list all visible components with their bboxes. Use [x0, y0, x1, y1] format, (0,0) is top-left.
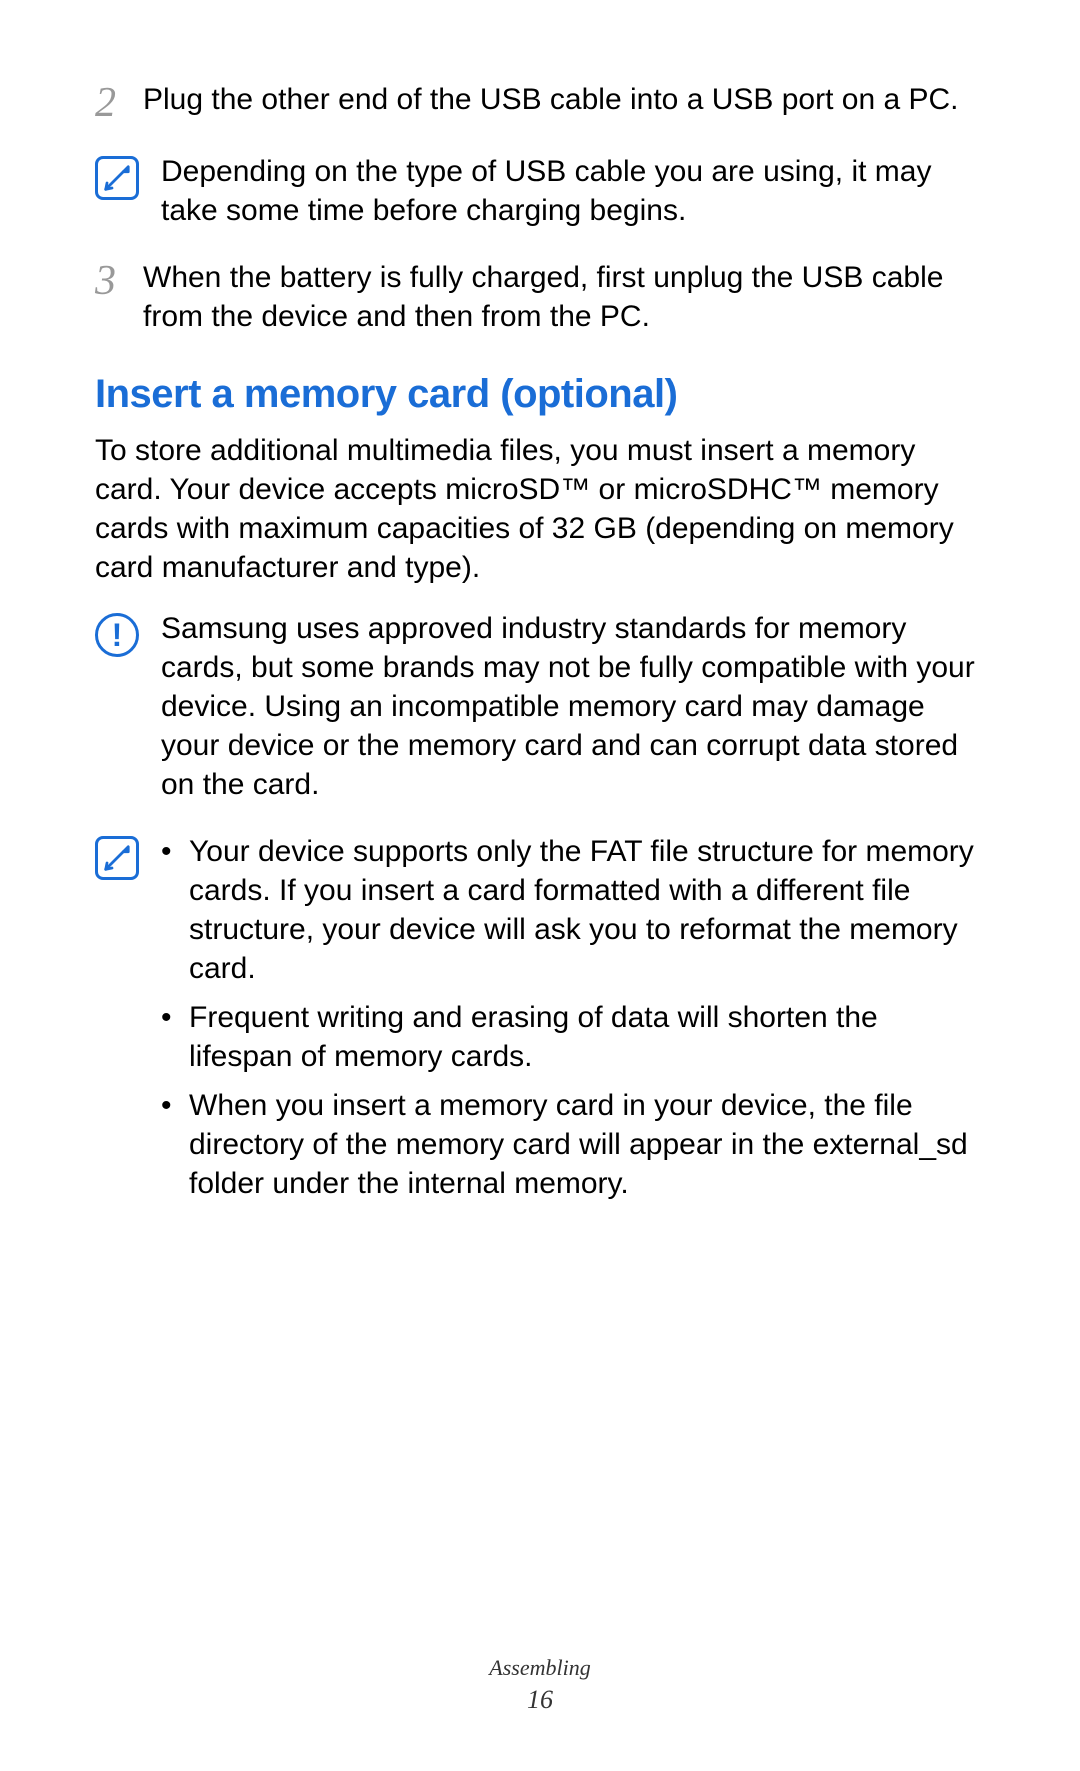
- footer-page-number: 16: [0, 1685, 1080, 1715]
- footer-section-name: Assembling: [0, 1655, 1080, 1681]
- bullet-fat-structure: Your device supports only the FAT file s…: [161, 832, 985, 988]
- caution-memory-compatibility: ! Samsung uses approved industry standar…: [95, 609, 985, 804]
- step-3: 3 When the battery is fully charged, fir…: [95, 258, 985, 336]
- bullet-lifespan: Frequent writing and erasing of data wil…: [161, 998, 985, 1076]
- note-usb-text: Depending on the type of USB cable you a…: [143, 152, 985, 230]
- caution-icon: !: [95, 613, 139, 657]
- note-memory-list: Your device supports only the FAT file s…: [143, 832, 985, 1213]
- intro-paragraph: To store additional multimedia files, yo…: [95, 431, 985, 587]
- step-text-2: Plug the other end of the USB cable into…: [143, 80, 985, 119]
- step-number-3: 3: [95, 258, 143, 302]
- step-text-3: When the battery is fully charged, first…: [143, 258, 985, 336]
- page-footer: Assembling 16: [0, 1655, 1080, 1715]
- caution-text: Samsung uses approved industry standards…: [143, 609, 985, 804]
- note-usb-charging: Depending on the type of USB cable you a…: [95, 152, 985, 230]
- note-icon: [95, 156, 139, 200]
- note-icon: [95, 836, 139, 880]
- bullet-external-sd: When you insert a memory card in your de…: [161, 1086, 985, 1203]
- step-2: 2 Plug the other end of the USB cable in…: [95, 80, 985, 124]
- heading-insert-memory-card: Insert a memory card (optional): [95, 372, 985, 417]
- note-memory-details: Your device supports only the FAT file s…: [95, 832, 985, 1213]
- step-number-2: 2: [95, 80, 143, 124]
- note-icon-box-2: [95, 832, 143, 880]
- caution-icon-box: !: [95, 609, 143, 657]
- note-icon-box: [95, 152, 143, 200]
